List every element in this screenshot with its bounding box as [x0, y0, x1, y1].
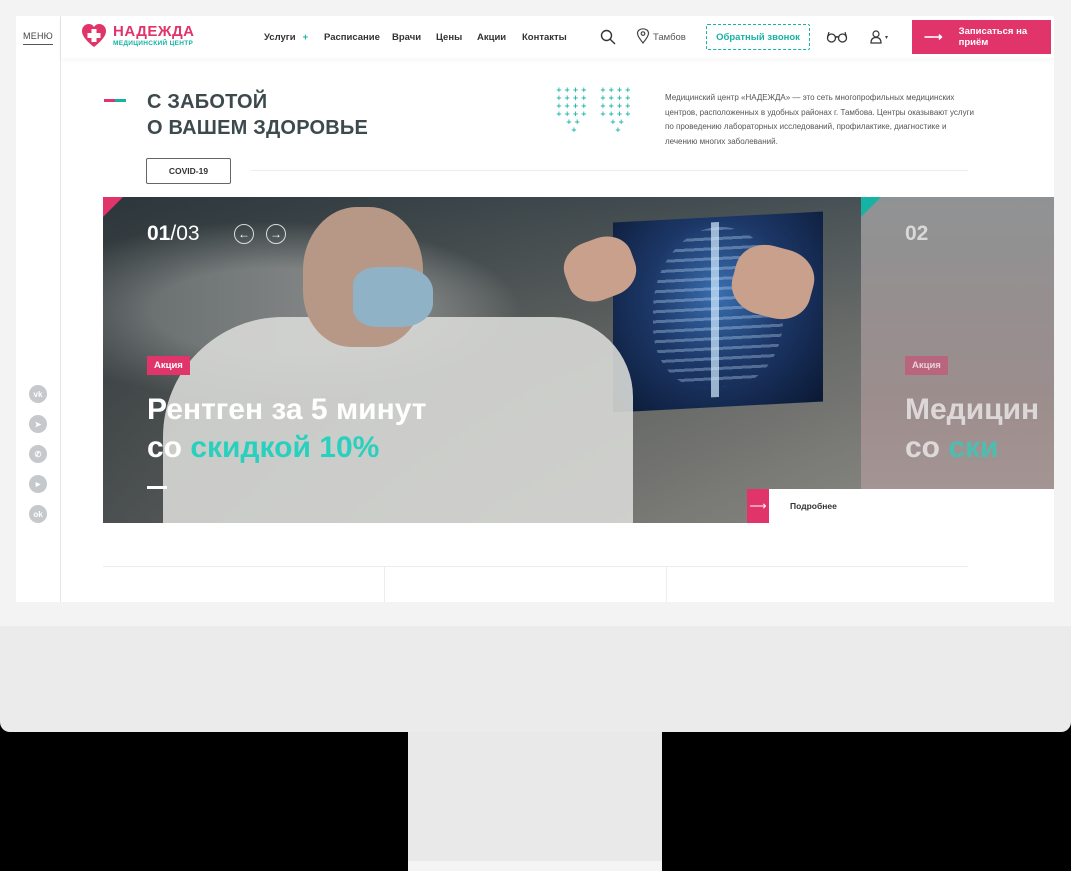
plus-icon: + [302, 32, 309, 43]
screen-bezel: МЕНЮ vk ➤ ✆ ▶ ok НАДЕЖДА МЕДИЦИНСКИЙ ЦЕН… [0, 0, 1071, 626]
user-icon [870, 30, 882, 44]
monitor-body: МЕНЮ vk ➤ ✆ ▶ ok НАДЕЖДА МЕДИЦИНСКИЙ ЦЕН… [0, 0, 1071, 732]
next-slide-headline-highlight: ски [948, 431, 999, 464]
title-accent-line [104, 99, 126, 102]
odnoklassniki-icon[interactable]: ok [29, 505, 47, 523]
menu-label: МЕНЮ [23, 31, 53, 41]
promo-slider: 01/03 ← → Акция Рентген за 5 минут со ск… [103, 197, 1054, 523]
page-title: С ЗАБОТОЙ О ВАШЕМ ЗДОРОВЬЕ [147, 89, 368, 141]
slide-current-number: 01 [147, 222, 171, 245]
youtube-icon[interactable]: ▶ [29, 475, 47, 493]
website-viewport: МЕНЮ vk ➤ ✆ ▶ ok НАДЕЖДА МЕДИЦИНСКИЙ ЦЕН… [16, 16, 1054, 602]
book-appointment-label: Записаться на приём [958, 26, 1028, 48]
next-slide-number: 02 [905, 222, 929, 245]
menu-button[interactable]: МЕНЮ [23, 31, 53, 45]
doctor-mask [353, 267, 433, 327]
nav-promotions[interactable]: Акции [477, 32, 506, 43]
city-selector[interactable]: Тамбов [653, 32, 686, 43]
nav-services-label: Услуги [264, 32, 296, 43]
corner-accent-pink [103, 197, 123, 217]
svg-text:+ + + +: + + + + [556, 86, 587, 94]
svg-text:+: + [615, 126, 621, 134]
heart-cross-logo-icon [82, 24, 106, 47]
slide-counter: 01/03 [147, 222, 200, 246]
monitor-stand [408, 732, 662, 871]
slider-prev-button[interactable]: ← [234, 224, 254, 244]
cards-divider [103, 566, 968, 567]
svg-text:+ + + +: + + + + [600, 110, 631, 118]
whatsapp-icon[interactable]: ✆ [29, 445, 47, 463]
slide-next-preview[interactable] [861, 197, 1054, 523]
menu-underline [23, 44, 53, 45]
location-pin-icon [636, 28, 650, 44]
slide-headline-prefix: со [147, 431, 191, 464]
slide-headline: Рентген за 5 минут со скидкой 10% [147, 391, 426, 467]
logo-text: НАДЕЖДА МЕДИЦИНСКИЙ ЦЕНТР [113, 24, 195, 48]
telegram-icon[interactable]: ➤ [29, 415, 47, 433]
nav-schedule[interactable]: Расписание [324, 32, 380, 43]
nav-contacts[interactable]: Контакты [522, 32, 567, 43]
svg-text:+ + + +: + + + + [600, 86, 631, 94]
page-title-line-1: С ЗАБОТОЙ [147, 91, 268, 113]
more-details-label: Подробнее [790, 501, 837, 511]
slide-total: /03 [170, 222, 200, 245]
chevron-down-icon: ▾ [884, 34, 888, 41]
next-slide-headline: Медицин со ски [905, 391, 1039, 467]
card-separator [384, 567, 385, 602]
svg-text:+ + + +: + + + + [600, 94, 631, 102]
page-title-line-2: О ВАШЕМ ЗДОРОВЬЕ [147, 117, 368, 139]
svg-text:+ + + +: + + + + [600, 102, 631, 110]
headline-dash [147, 486, 167, 489]
doctor-photo [163, 197, 633, 523]
slide-headline-line-2: со скидкой 10% [147, 429, 426, 467]
nav-doctors[interactable]: Врачи [392, 32, 421, 43]
logo-subtitle: МЕДИЦИНСКИЙ ЦЕНТР [113, 40, 194, 47]
site-header: НАДЕЖДА МЕДИЦИНСКИЙ ЦЕНТР Услуги + Распис… [61, 16, 1054, 58]
more-details-button[interactable]: ⟶ Подробнее [747, 489, 1054, 523]
arrow-right-icon: ⟶ [747, 489, 769, 523]
promo-badge: Акция [147, 356, 190, 375]
svg-text:+ +: + + [566, 118, 580, 126]
nav-prices[interactable]: Цены [436, 32, 462, 43]
svg-text:+ + + +: + + + + [556, 94, 587, 102]
next-slide-badge: Акция [905, 356, 948, 375]
svg-text:+ + + +: + + + + [556, 110, 587, 118]
book-appointment-button[interactable]: ⟶ Записаться на приём [912, 20, 1051, 54]
slider-next-button[interactable]: → [266, 224, 286, 244]
slide-headline-line-1: Рентген за 5 минут [147, 393, 427, 426]
vk-icon[interactable]: vk [29, 385, 47, 403]
about-text: Медицинский центр «НАДЕЖДА» — это сеть м… [665, 93, 974, 146]
next-slide-headline-line-2: со ски [905, 429, 1039, 467]
left-rail: МЕНЮ vk ➤ ✆ ▶ ok [16, 16, 61, 602]
svg-text:+ + + +: + + + + [556, 102, 587, 110]
arrow-right-icon: ⟶ [924, 29, 943, 44]
slide-headline-highlight: скидкой 10% [190, 431, 380, 464]
nav-services[interactable]: Услуги + [264, 32, 308, 43]
corner-accent-teal [861, 197, 881, 217]
logo[interactable]: НАДЕЖДА МЕДИЦИНСКИЙ ЦЕНТР [81, 23, 195, 49]
slide-current [103, 197, 861, 523]
callback-button[interactable]: Обратный звонок [706, 24, 810, 50]
logo-name: НАДЕЖДА [113, 23, 195, 40]
user-account-button[interactable]: ▾ [864, 24, 894, 50]
divider [251, 170, 968, 171]
next-slide-headline-prefix: со [905, 431, 949, 464]
search-icon[interactable] [600, 29, 616, 45]
card-separator [666, 567, 667, 602]
covid-button[interactable]: COVID-19 [146, 158, 231, 184]
svg-text:+ +: + + [610, 118, 624, 126]
svg-text:+: + [571, 126, 577, 134]
next-slide-headline-line-1: Медицин [905, 393, 1040, 426]
glasses-accessibility-icon[interactable] [826, 29, 848, 45]
plus-pattern-decoration-icon: + + + + + + + + + + + + + + + + + + + + … [556, 86, 631, 134]
